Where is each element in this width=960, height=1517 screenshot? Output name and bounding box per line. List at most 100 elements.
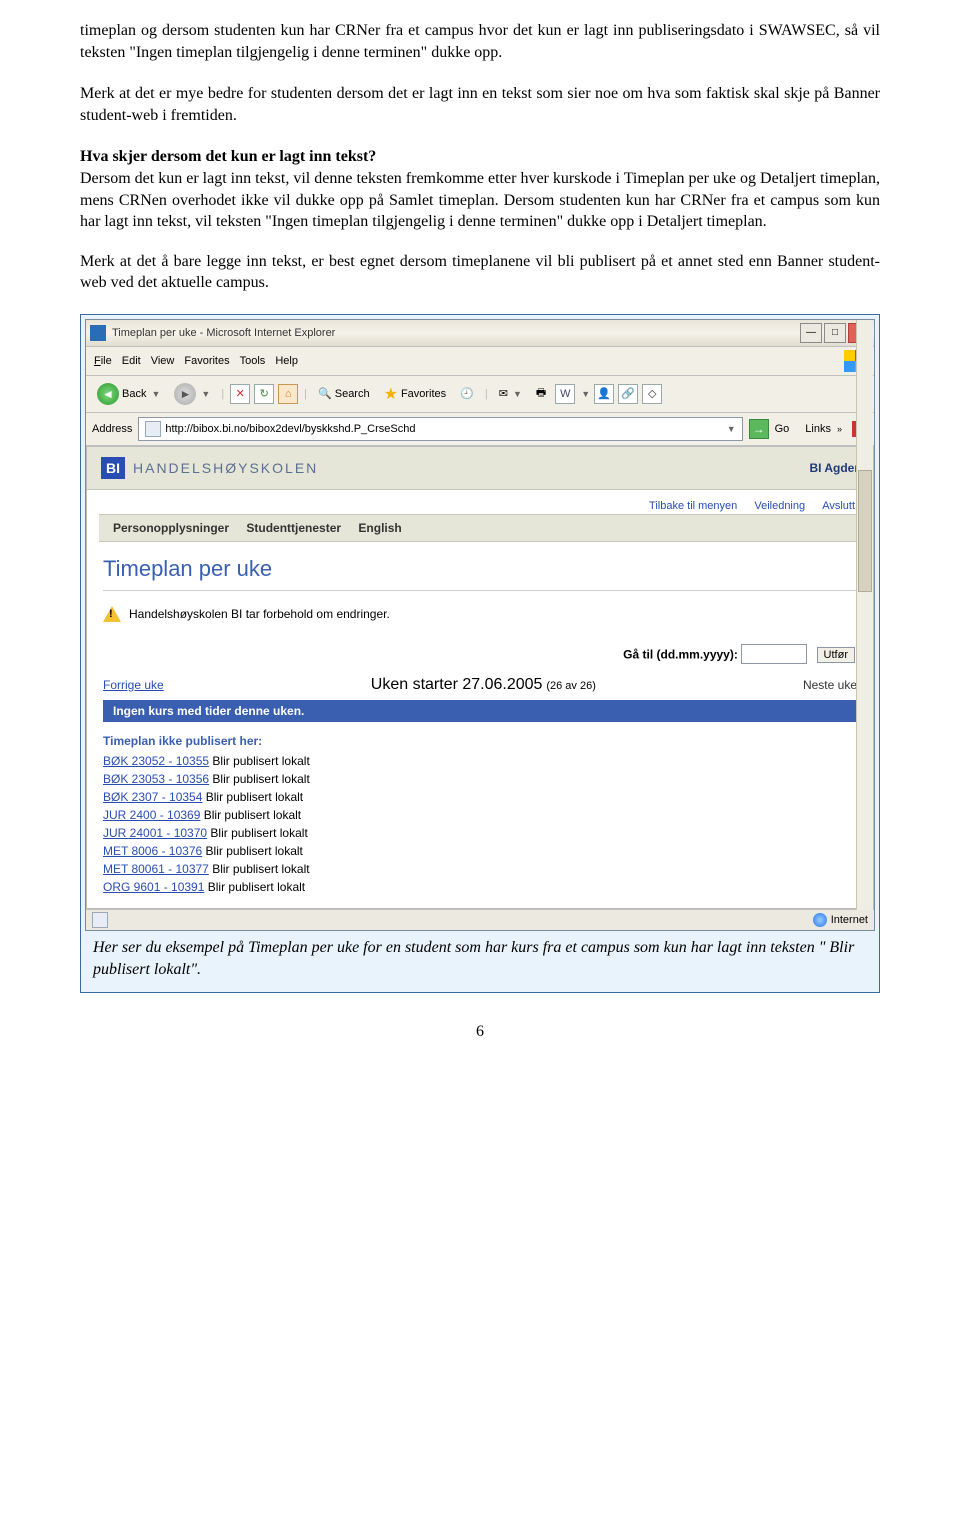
home-button[interactable]: ⌂ (278, 384, 298, 404)
maximize-button[interactable]: □ (824, 323, 846, 343)
word-button[interactable]: W (555, 384, 575, 404)
link-tilbake[interactable]: Tilbake til menyen (649, 500, 737, 512)
internet-zone-icon (813, 913, 827, 927)
menu-edit[interactable]: Edit (122, 355, 141, 367)
favorites-button[interactable]: ★ Favorites (379, 381, 452, 407)
page-number: 6 (80, 1023, 880, 1041)
course-row: MET 80061 - 10377 Blir publisert lokalt (103, 860, 857, 878)
back-arrow-icon: ◄ (97, 383, 119, 405)
minimize-button[interactable]: — (800, 323, 822, 343)
course-text: Blir publisert lokalt (202, 790, 303, 804)
menu-bar: File Edit View Favorites Tools Help (86, 347, 874, 376)
mail-button[interactable]: ✉▼ (494, 384, 527, 403)
links-label[interactable]: Links (805, 423, 831, 435)
go-label: Go (775, 423, 790, 435)
history-button[interactable]: 🕘 (455, 384, 479, 403)
nav-student[interactable]: Studenttjenester (246, 521, 341, 535)
menu-view[interactable]: View (151, 355, 175, 367)
course-code-link[interactable]: BØK 2307 - 10354 (103, 790, 202, 804)
bi-site-name: BI Agder (809, 461, 859, 475)
no-courses-banner: Ingen kurs med tider denne uken. (103, 700, 857, 722)
ie-window: Timeplan per uke - Microsoft Internet Ex… (85, 319, 875, 931)
week-start-label: Uken starter 27.06.2005 (371, 676, 543, 693)
prev-week-link[interactable]: Forrige uke (103, 678, 164, 692)
course-text: Blir publisert lokalt (209, 754, 310, 768)
course-code-link[interactable]: MET 8006 - 10376 (103, 844, 202, 858)
links-expand-icon[interactable]: » (837, 424, 842, 434)
messenger-button[interactable]: 👤 (594, 384, 614, 404)
course-code-link[interactable]: JUR 2400 - 10369 (103, 808, 200, 822)
menu-favorites[interactable]: Favorites (184, 355, 229, 367)
course-text: Blir publisert lokalt (207, 826, 308, 840)
go-button[interactable]: → (749, 419, 769, 439)
link-veiledning[interactable]: Veiledning (754, 500, 805, 512)
course-row: MET 8006 - 10376 Blir publisert lokalt (103, 842, 857, 860)
address-bar: Address http://bibox.bi.no/bibox2devl/by… (86, 413, 874, 446)
body-paragraph-4: Merk at det å bare legge inn tekst, er b… (80, 251, 880, 294)
browser-content: BI HANDELSHØYSKOLEN BI Agder Tilbake til… (86, 446, 874, 909)
link-button[interactable]: 🔗 (618, 384, 638, 404)
upper-links: Tilbake til menyen Veiledning Avslutt (87, 490, 873, 514)
nav-english[interactable]: English (358, 521, 401, 535)
url-input[interactable]: http://bibox.bi.no/bibox2devl/byskkshd.P… (138, 417, 742, 441)
menu-file[interactable]: File (94, 355, 112, 367)
course-row: BØK 2307 - 10354 Blir publisert lokalt (103, 788, 857, 806)
scrollbar[interactable] (856, 320, 873, 910)
menu-help[interactable]: Help (275, 355, 298, 367)
back-button[interactable]: ◄ Back▼ (92, 380, 165, 408)
url-dropdown-icon[interactable]: ▼ (727, 424, 736, 434)
course-row: JUR 2400 - 10369 Blir publisert lokalt (103, 806, 857, 824)
history-icon: 🕘 (460, 387, 474, 400)
star-icon: ★ (384, 384, 398, 404)
url-text: http://bibox.bi.no/bibox2devl/byskkshd.P… (165, 423, 415, 435)
ie-app-icon (90, 325, 106, 341)
week-count-label: (26 av 26) (546, 680, 596, 692)
forward-arrow-icon: ► (174, 383, 196, 405)
menu-tools[interactable]: Tools (240, 355, 266, 367)
bi-brand: HANDELSHØYSKOLEN (133, 460, 318, 476)
window-titlebar: Timeplan per uke - Microsoft Internet Ex… (86, 320, 874, 347)
course-text: Blir publisert lokalt (204, 880, 305, 894)
course-text: Blir publisert lokalt (202, 844, 303, 858)
search-button[interactable]: 🔍 Search (313, 384, 375, 403)
course-row: BØK 23052 - 10355 Blir publisert lokalt (103, 752, 857, 770)
body-question-3: Hva skjer dersom det kun er lagt inn tek… (80, 148, 376, 165)
course-code-link[interactable]: BØK 23052 - 10355 (103, 754, 209, 768)
scrollbar-thumb[interactable] (858, 470, 872, 592)
course-text: Blir publisert lokalt (209, 862, 310, 876)
extra-button[interactable]: ◇ (642, 384, 662, 404)
goto-date-input[interactable] (741, 644, 807, 664)
divider (103, 590, 857, 592)
stop-button[interactable]: ✕ (230, 384, 250, 404)
next-week-link: Neste uke (803, 678, 857, 692)
course-code-link[interactable]: MET 80061 - 10377 (103, 862, 209, 876)
week-nav: Forrige uke Uken starter 27.06.2005 (26 … (87, 672, 873, 698)
screenshot-figure: Timeplan per uke - Microsoft Internet Ex… (80, 314, 880, 993)
bi-logo: BI (101, 457, 125, 479)
nav-bar: Personopplysninger Studenttjenester Engl… (99, 514, 861, 542)
nav-person[interactable]: Personopplysninger (113, 521, 229, 535)
search-icon: 🔍 (318, 387, 332, 400)
internet-zone-label: Internet (831, 914, 868, 926)
course-code-link[interactable]: ORG 9601 - 10391 (103, 880, 204, 894)
address-label: Address (92, 423, 132, 435)
link-avslutt[interactable]: Avslutt (822, 500, 855, 512)
course-row: ORG 9601 - 10391 Blir publisert lokalt (103, 878, 857, 896)
goto-row: Gå til (dd.mm.yyyy): Utfør (87, 640, 873, 672)
goto-label: Gå til (dd.mm.yyyy): (623, 647, 738, 661)
forward-button[interactable]: ►▼ (169, 380, 215, 408)
course-row: BØK 23053 - 10356 Blir publisert lokalt (103, 770, 857, 788)
toolbar: ◄ Back▼ ►▼ | ✕ ↻ ⌂ | 🔍 Search ★ Favorite… (86, 376, 874, 413)
course-code-link[interactable]: BØK 23053 - 10356 (103, 772, 209, 786)
status-page-icon (92, 912, 108, 928)
body-paragraph-1: timeplan og dersom studenten kun har CRN… (80, 20, 880, 63)
course-code-link[interactable]: JUR 24001 - 10370 (103, 826, 207, 840)
refresh-button[interactable]: ↻ (254, 384, 274, 404)
notice-row: Handelshøyskolen BI tar forbehold om end… (87, 600, 873, 640)
print-icon: 🖶 (536, 384, 546, 403)
print-button[interactable]: 🖶 (531, 381, 551, 406)
goto-submit-button[interactable]: Utfør (817, 647, 855, 663)
mail-icon: ✉ (499, 387, 508, 400)
page-icon (145, 421, 161, 437)
unpublished-heading: Timeplan ikke publisert her: (87, 724, 873, 752)
